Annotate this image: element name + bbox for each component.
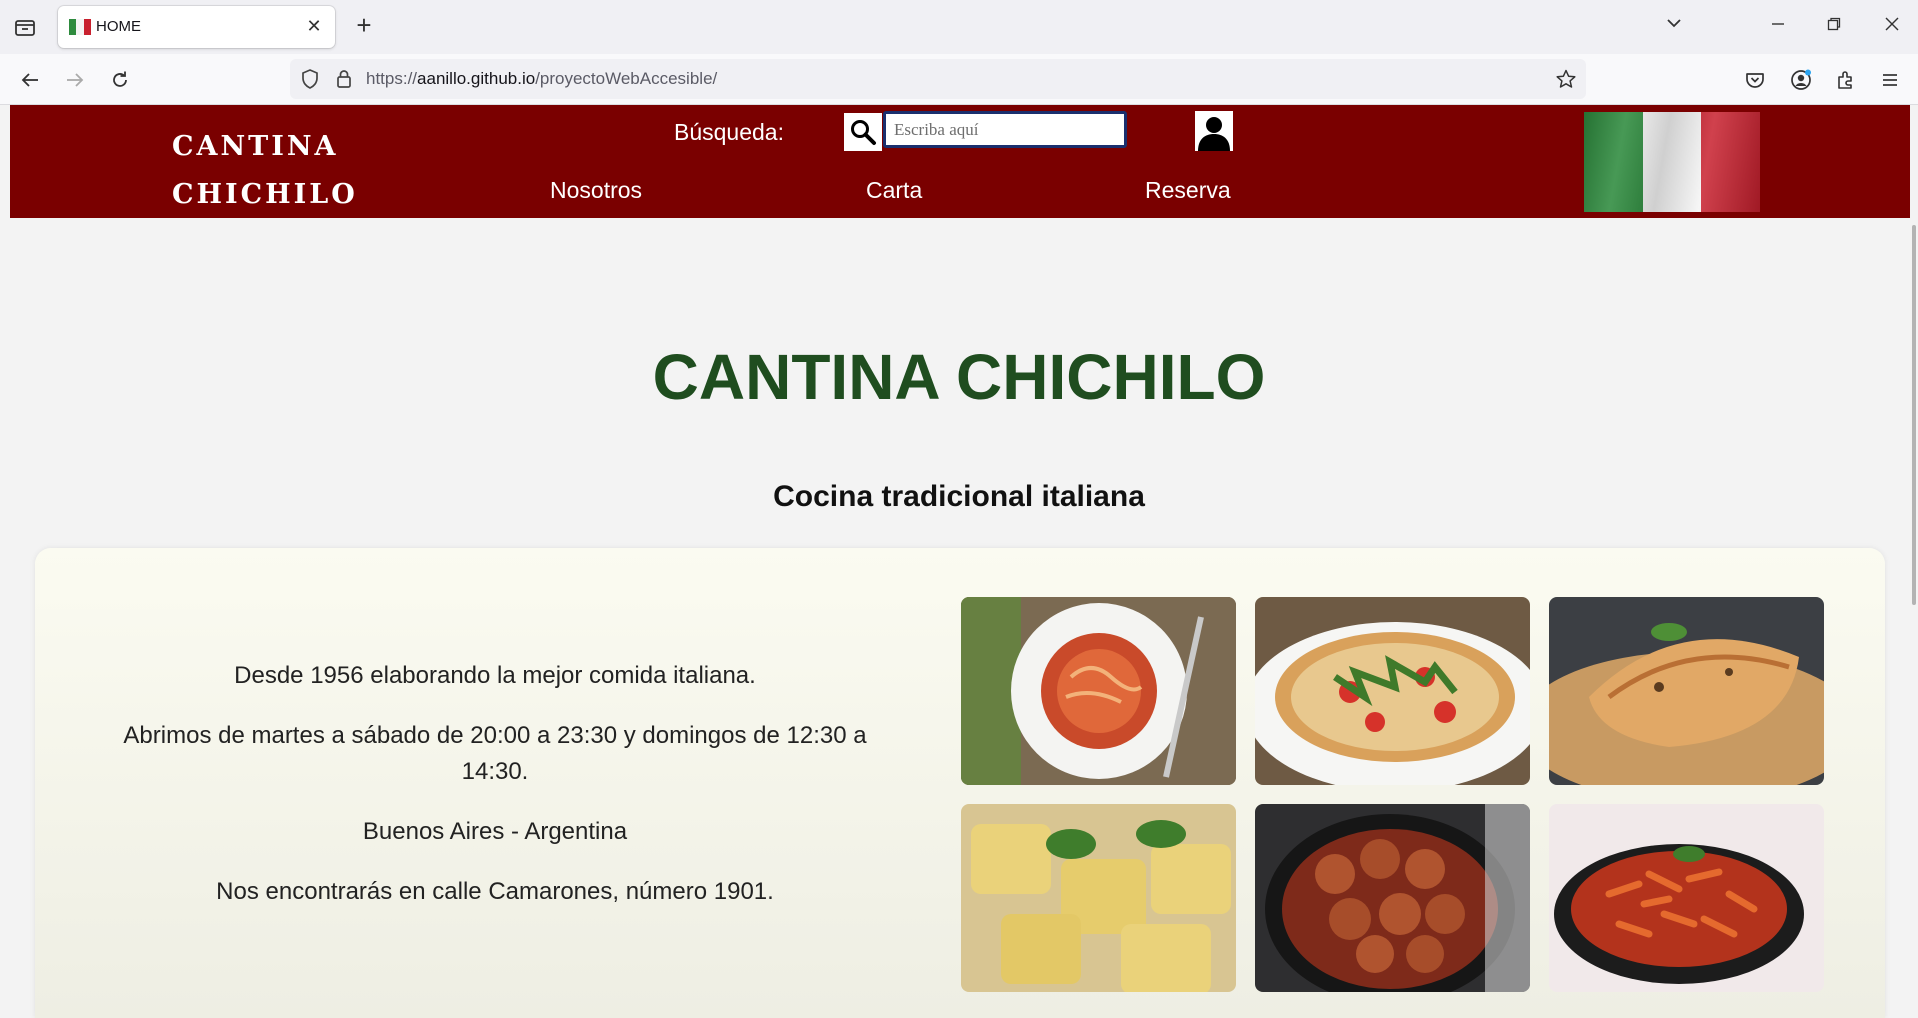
spaghetti-photo [961,597,1236,785]
address-bar[interactable]: https://aanillo.github.io/proyectoWebAcc… [290,59,1586,99]
calzone-photo [1549,597,1824,785]
search-icon[interactable] [844,113,882,151]
url-text[interactable]: https://aanillo.github.io/proyectoWebAcc… [366,69,717,89]
info-card: Desde 1956 elaborando la mejor comida it… [35,548,1885,1018]
logo-line-1: CANTINA [172,131,339,162]
tab-list-icon[interactable] [12,14,38,40]
browser-tab-home[interactable]: HOME ✕ [58,6,335,48]
site-header: CANTINA CHICHILO Búsqueda: Nosotros Cart… [10,105,1910,218]
forward-icon[interactable] [61,66,89,94]
bookmark-star-icon[interactable] [1552,65,1580,93]
minimize-icon[interactable] [1760,12,1796,40]
account-icon[interactable] [1787,66,1815,94]
shield-icon[interactable] [296,65,324,93]
browser-nav-bar: https://aanillo.github.io/proyectoWebAcc… [0,54,1918,105]
italy-flag-image [1584,112,1760,212]
user-icon[interactable] [1195,111,1233,151]
italy-flag-favicon-icon [69,19,91,35]
restore-icon[interactable] [1816,12,1852,40]
site-logo[interactable]: CANTINA CHICHILO [172,123,372,219]
browser-tab-bar: HOME ✕ + [0,0,1918,54]
close-tab-icon[interactable]: ✕ [303,15,325,37]
nav-link-nosotros[interactable]: Nosotros [550,177,642,204]
logo-line-2: CHICHILO [172,179,358,210]
meatballs-photo [1255,804,1530,992]
info-hours: Abrimos de martes a sábado de 20:00 a 23… [123,722,867,785]
info-address: Nos encontrarás en calle Camarones, núme… [216,878,774,905]
lock-icon[interactable] [330,65,358,93]
menu-icon[interactable] [1876,66,1904,94]
page-content: CANTINA CHICHILO Búsqueda: Nosotros Cart… [0,105,1918,1018]
reload-icon[interactable] [106,66,134,94]
nav-link-reserva[interactable]: Reserva [1145,177,1231,204]
search-input[interactable] [883,111,1127,148]
url-prefix: https:// [366,69,418,88]
tab-title: HOME [96,18,141,35]
close-window-icon[interactable] [1874,12,1910,40]
nav-link-carta[interactable]: Carta [866,177,922,204]
new-tab-icon[interactable]: + [350,12,378,40]
info-location: Buenos Aires - Argentina [362,818,628,845]
page-scrollbar[interactable] [1912,225,1916,605]
search-label: Búsqueda: [674,119,784,145]
page-subtitle: Cocina tradicional italiana [773,480,1145,513]
page-title: CANTINA CHICHILO [652,341,1266,413]
food-gallery [961,597,1825,992]
url-path: /proyectoWebAccesible/ [535,69,718,88]
penne-photo [1549,804,1824,992]
url-host: aanillo.github.io [417,69,536,88]
back-icon[interactable] [16,66,44,94]
pizza-photo [1255,597,1530,785]
ravioli-photo [961,804,1236,992]
pocket-icon[interactable] [1741,66,1769,94]
list-all-tabs-icon[interactable] [1656,12,1692,40]
info-text: Desde 1956 elaborando la mejor comida it… [95,658,895,934]
info-since: Desde 1956 elaborando la mejor comida it… [234,662,756,689]
extensions-icon[interactable] [1832,66,1860,94]
